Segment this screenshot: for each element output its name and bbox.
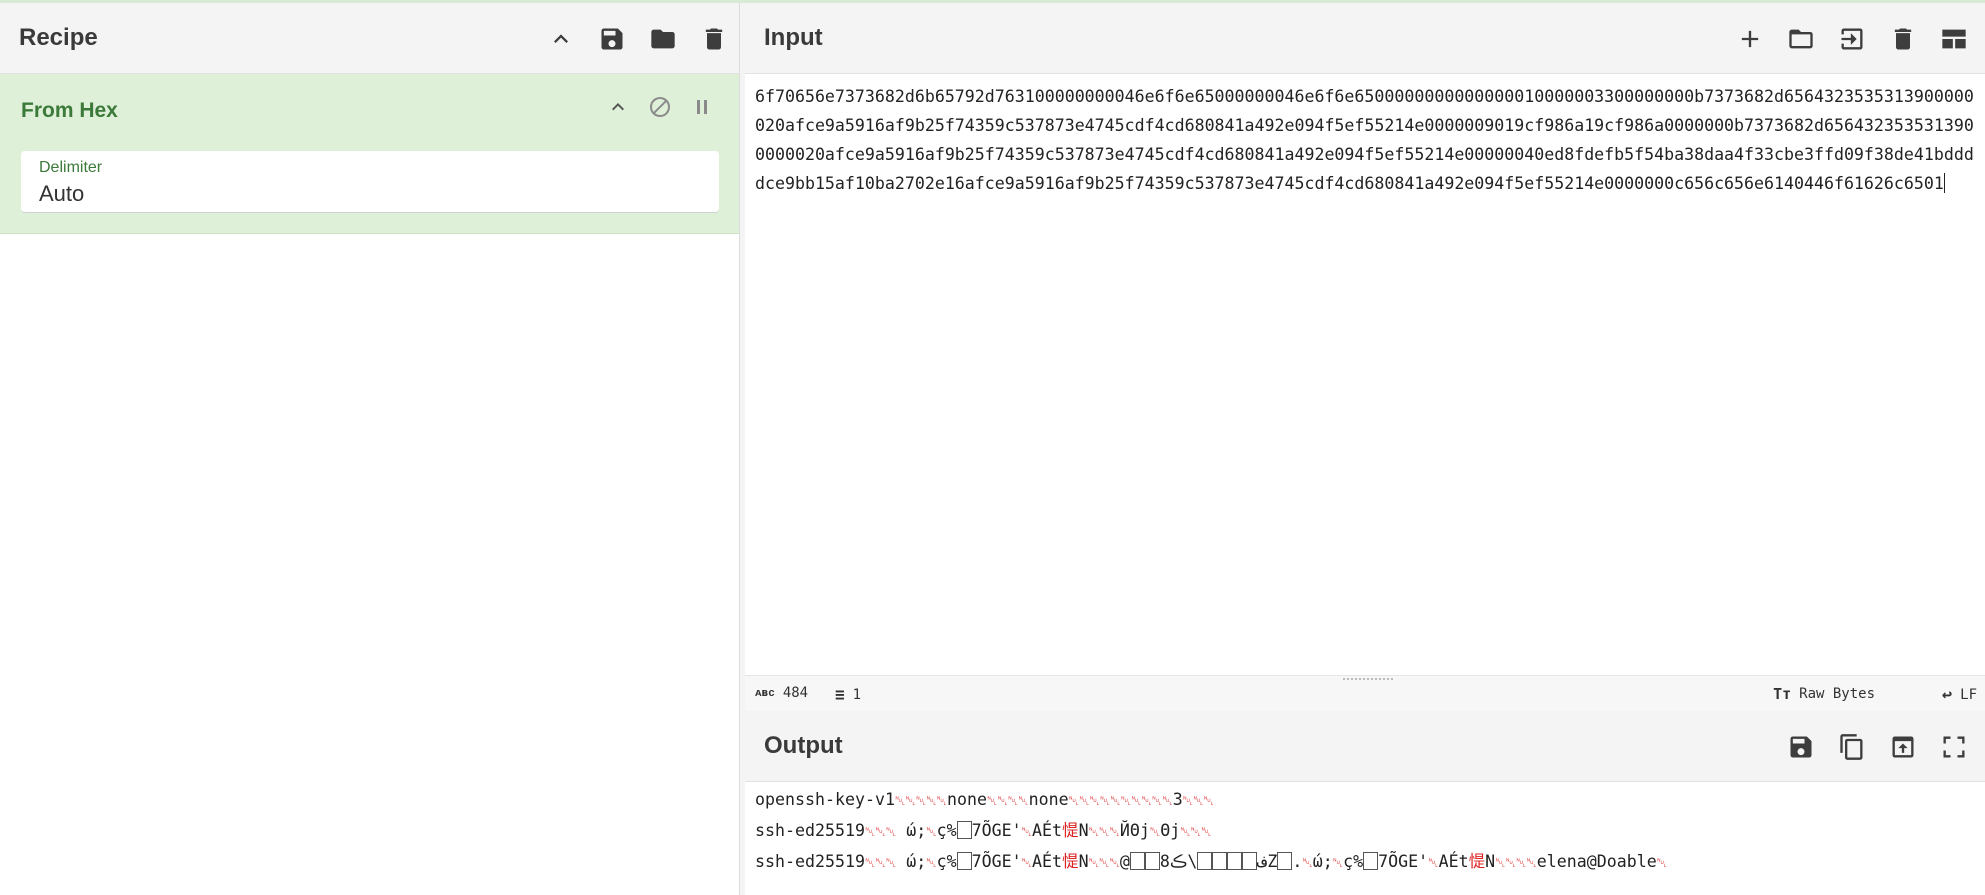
recipe-header: Recipe	[0, 3, 739, 74]
folder-icon	[650, 29, 675, 48]
text-caret	[1943, 173, 1945, 193]
recipe-title: Recipe	[19, 24, 98, 51]
fullscreen-icon	[1943, 736, 1964, 757]
clear-input-button[interactable]	[1877, 3, 1928, 74]
add-input-button[interactable]	[1724, 3, 1775, 74]
pause-operation-button[interactable]	[687, 92, 717, 122]
maximise-output-button[interactable]	[1928, 711, 1979, 782]
copy-icon	[1839, 733, 1862, 760]
input-statusbar: ᴀʙᴄ 484 ≡ 1 Tт Raw Bytes ↩ LF	[745, 675, 1985, 711]
output-title: Output	[764, 732, 843, 759]
encoding-value: Raw Bytes	[1799, 686, 1875, 702]
replace-input-button[interactable]	[1877, 711, 1928, 782]
pause-icon	[697, 100, 707, 114]
char-count: ᴀʙᴄ 484	[755, 685, 808, 701]
chevron-up-icon	[612, 103, 624, 111]
input-pane: Input 6f70656e7373682d6b65792d7631000000…	[745, 3, 1985, 711]
reset-layout-button[interactable]	[1928, 3, 1979, 74]
line-count-value: 1	[852, 686, 862, 703]
recipe-pane: Recipe From Hex Delimiter Auto	[0, 3, 740, 895]
operation-title: From Hex	[21, 99, 118, 122]
abc-icon: ᴀʙᴄ	[755, 686, 775, 699]
layout-icon	[1941, 29, 1966, 48]
disable-icon	[650, 97, 670, 117]
eol-selector[interactable]: ↩ LF	[1942, 685, 1977, 705]
output-pane: Output openssh-key-v1␀␀␀␀␀none␀␀␀␀none␀␀…	[745, 711, 1985, 895]
input-title: Input	[764, 24, 823, 51]
input-textarea[interactable]: 6f70656e7373682d6b65792d763100000000046e…	[745, 74, 1985, 674]
save-output-button[interactable]	[1775, 711, 1826, 782]
chevron-up-icon	[553, 33, 568, 43]
save-icon	[601, 28, 622, 49]
open-file-button[interactable]	[1775, 3, 1826, 74]
input-header: Input	[745, 3, 1985, 74]
input-toolbar	[1724, 3, 1979, 74]
plus-icon	[1741, 30, 1758, 47]
trash-icon	[1894, 28, 1911, 49]
folder-icon	[1788, 29, 1813, 48]
input-text-content: 6f70656e7373682d6b65792d763100000000046e…	[755, 87, 1974, 193]
trash-icon	[705, 28, 722, 49]
clear-recipe-button[interactable]	[688, 3, 739, 74]
text-format-icon: Tт	[1773, 685, 1792, 703]
output-line: ssh-ed25519␀␀␀ ώ;␀ç% 7ÕGE'␀AÉt惿N␀␀␀@ 8 ف\ڪ Z…	[755, 852, 1668, 871]
recipe-toolbar	[535, 3, 739, 74]
output-toolbar	[1775, 711, 1979, 782]
collapse-recipe-button[interactable]	[535, 3, 586, 74]
output-header: Output	[745, 711, 1985, 782]
eol-value: LF	[1960, 687, 1977, 703]
operation-controls	[603, 92, 717, 122]
delimiter-label: Delimiter	[39, 159, 103, 176]
delimiter-field[interactable]: Delimiter Auto	[21, 151, 719, 213]
delimiter-value[interactable]: Auto	[39, 181, 84, 207]
encoding-selector[interactable]: Tт Raw Bytes	[1773, 685, 1875, 703]
load-recipe-button[interactable]	[637, 3, 688, 74]
lines-icon: ≡	[835, 685, 845, 704]
operation-from-hex[interactable]: From Hex Delimiter Auto	[0, 74, 739, 234]
resize-grip[interactable]	[1343, 678, 1393, 681]
line-count: ≡ 1	[835, 685, 861, 704]
output-line: openssh-key-v1␀␀␀␀␀none␀␀␀␀none␀␀␀␀␀␀␀␀␀…	[755, 790, 1214, 809]
copy-output-button[interactable]	[1826, 711, 1877, 782]
output-textarea[interactable]: openssh-key-v1␀␀␀␀␀none␀␀␀␀none␀␀␀␀␀␀␀␀␀…	[745, 782, 1985, 895]
save-recipe-button[interactable]	[586, 3, 637, 74]
char-count-value: 484	[782, 685, 809, 701]
disable-operation-button[interactable]	[645, 92, 675, 122]
open-folder-button[interactable]	[1826, 3, 1877, 74]
import-icon	[1841, 28, 1862, 49]
collapse-operation-button[interactable]	[603, 92, 633, 122]
export-icon	[1892, 736, 1913, 757]
output-line: ssh-ed25519␀␀␀ ώ;␀ç% 7ÕGE'␀AÉt惿N␀␀␀ЙΘj␀Θj…	[755, 821, 1212, 840]
return-icon: ↩	[1941, 685, 1953, 705]
save-icon	[1790, 736, 1811, 757]
